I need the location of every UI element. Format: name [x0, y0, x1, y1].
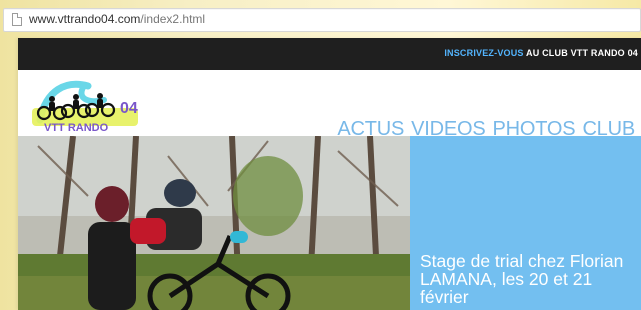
signup-rest: AU CLUB VTT RANDO 04: [523, 48, 638, 58]
hero-slide[interactable]: Stage de trial chez Florian LAMANA, les …: [18, 136, 641, 310]
caption-panel[interactable]: Stage de trial chez Florian LAMANA, les …: [410, 136, 641, 310]
page-icon: [12, 13, 22, 26]
signup-accent: INSCRIVEZ-VOUS: [444, 48, 524, 58]
logo-number: 04: [120, 100, 138, 117]
hero-caption: Stage de trial chez Florian LAMANA, les …: [420, 251, 624, 307]
url-host: www.vttrando04.com: [29, 12, 141, 26]
forest-photo: [18, 136, 410, 310]
site-header: 04 VTT RANDO ACTUS VIDEOS PHOTOS CLUB: [18, 70, 641, 153]
hero-photo[interactable]: [18, 136, 410, 310]
signup-link[interactable]: INSCRIVEZ-VOUS AU CLUB VTT RANDO 04: [444, 48, 638, 58]
url-path: /index2.html: [140, 12, 206, 26]
address-bar[interactable]: www.vttrando04.com/index2.html: [3, 8, 641, 32]
top-bar: INSCRIVEZ-VOUS AU CLUB VTT RANDO 04: [18, 38, 641, 70]
logo-letters: VTT RANDO: [44, 122, 109, 132]
club-logo[interactable]: 04 VTT RANDO: [28, 80, 156, 132]
website: INSCRIVEZ-VOUS AU CLUB VTT RANDO 04 04 V…: [18, 38, 641, 310]
url-text[interactable]: www.vttrando04.com/index2.html: [29, 12, 205, 26]
